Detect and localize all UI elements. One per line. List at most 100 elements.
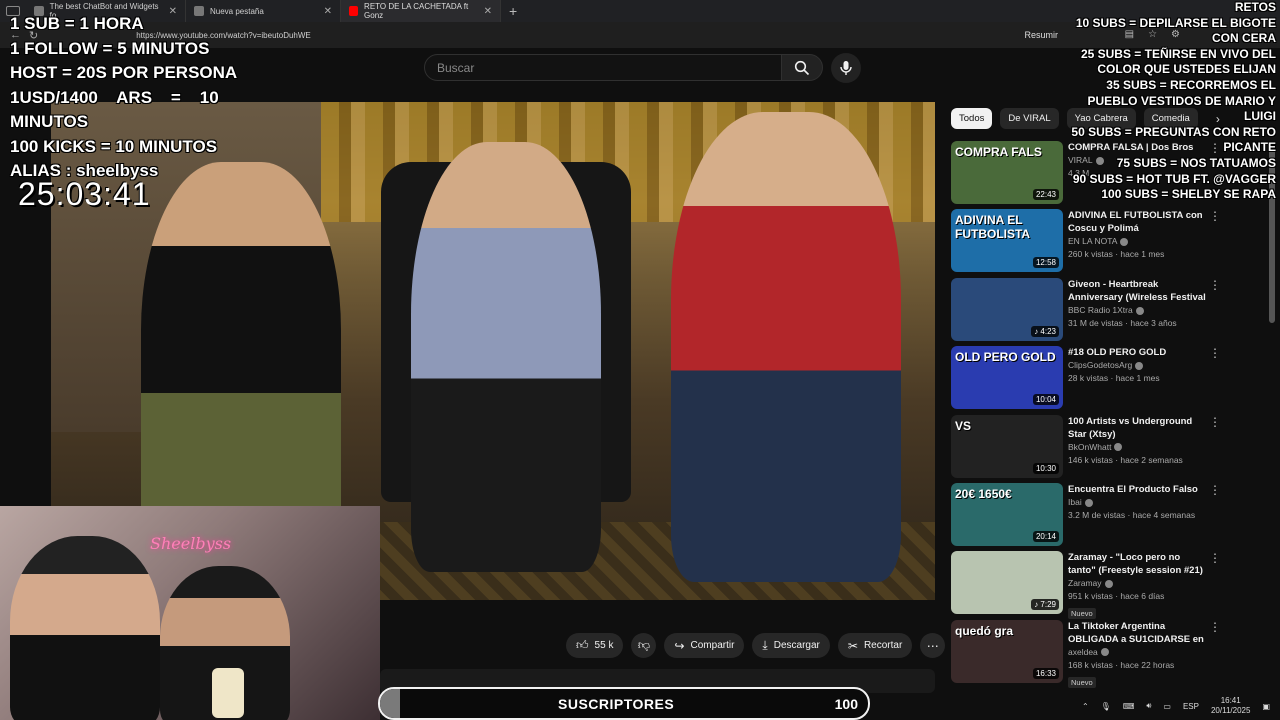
thumbnail-text: OLD PERO GOLD: [955, 350, 1056, 365]
rules-line: HOST = 20S POR PERSONA: [10, 63, 238, 82]
video-thumbnail[interactable]: ADIVINA EL FUTBOLISTA 12:58: [951, 209, 1063, 273]
recommendation-title[interactable]: Zaramay - "Loco pero no tanto" (Freestyl…: [1068, 551, 1208, 577]
recommendation-info: ADIVINA EL FUTBOLISTA con Coscu y Polimá…: [1068, 209, 1208, 277]
recommendation-item[interactable]: OLD PERO GOLD 10:04 #18 OLD PERO GOLD Cl…: [951, 346, 1273, 414]
recommendation-item[interactable]: 20€ 1650€ 20:14 Encuentra El Producto Fa…: [951, 482, 1273, 551]
system-tray: ⌃ 🎙︎ ⌨ 🔊︎ ▭ ESP 16:41 20/11/2025 ▣: [870, 692, 1280, 720]
search-input[interactable]: Buscar: [424, 54, 782, 81]
recommendation-title[interactable]: #18 OLD PERO GOLD: [1068, 346, 1208, 359]
microphone-icon: [840, 61, 852, 75]
youtube-favicon-icon: [349, 6, 359, 16]
recommendation-title[interactable]: Encuentra El Producto Falso: [1068, 483, 1208, 496]
challenge-line: 75 SUBS = NOS TATUAMOS: [1116, 155, 1276, 170]
more-vertical-icon[interactable]: ⋮: [1209, 346, 1221, 360]
more-actions-button[interactable]: ⋯: [920, 633, 946, 658]
summarize-button[interactable]: Resumir: [1024, 30, 1058, 40]
more-vertical-icon[interactable]: ⋮: [1209, 209, 1221, 223]
search-button[interactable]: [781, 54, 823, 81]
recommendation-channel[interactable]: Ibai: [1068, 496, 1208, 509]
stream-challenges-overlay: RETOS 10 SUBS = DEPILARSE EL BIGOTE CON CE…: [1071, 0, 1276, 203]
more-vertical-icon[interactable]: ⋮: [1209, 620, 1221, 634]
clock[interactable]: 16:41 20/11/2025: [1211, 696, 1250, 716]
duration-badge: 20:14: [1032, 530, 1059, 542]
challenge-line: 25 SUBS = TEÑIRSE EN VIVO DEL: [1080, 46, 1276, 61]
recommendation-title[interactable]: 100 Artists vs Underground Star (Xtsy): [1068, 415, 1208, 441]
recommendation-channel[interactable]: Zaramay: [1068, 577, 1208, 590]
video-thumbnail[interactable]: COMPRA FALS 22:43: [951, 141, 1063, 204]
duration-badge: ♪ 7:29: [1031, 599, 1059, 611]
chip-todos[interactable]: Todos: [951, 108, 993, 129]
more-vertical-icon[interactable]: ⋮: [1209, 278, 1221, 292]
clip-button[interactable]: ✂ Recortar: [837, 633, 913, 658]
duration-badge: 10:30: [1032, 462, 1059, 474]
video-thumbnail[interactable]: quedó gra 16:33: [951, 619, 1063, 683]
video-person-right: [671, 112, 901, 582]
volume-icon[interactable]: 🔊︎: [1146, 701, 1151, 711]
close-tab-icon[interactable]: ✕: [484, 6, 492, 17]
recommendation-item[interactable]: VS 10:30 100 Artists vs Underground Star…: [951, 414, 1273, 483]
download-button[interactable]: ⤓ Descargar: [752, 633, 830, 658]
recommendation-info: #18 OLD PERO GOLD ClipsGodetosArg 28 k v…: [1068, 346, 1208, 414]
recommendation-item[interactable]: quedó gra 16:33 La Tiktoker Argentina OB…: [951, 619, 1273, 688]
recommendation-title[interactable]: ADIVINA EL FUTBOLISTA con Coscu y Polimá: [1068, 209, 1208, 235]
recommendations-list: COMPRA FALS 22:43 COMPRA FALSA | Dos Bro…: [951, 141, 1273, 688]
recommendation-title[interactable]: La Tiktoker Argentina OBLIGADA a SU1CIDA…: [1068, 620, 1208, 646]
recommendation-item[interactable]: ♪ 4:23 Giveon - Heartbreak Anniversary (…: [951, 277, 1273, 346]
recommendation-views: 28 k vistas · hace 1 mes: [1068, 373, 1160, 384]
new-tab-icon[interactable]: +: [501, 3, 525, 19]
challenge-line: RETOS: [1234, 0, 1276, 14]
video-thumbnail[interactable]: 20€ 1650€ 20:14: [951, 482, 1063, 546]
share-icon: ↪: [674, 638, 685, 653]
subscriber-goal-bar: SUSCRIPTORES 100: [378, 687, 870, 720]
recommendation-channel[interactable]: ClipsGodetosArg: [1068, 359, 1208, 372]
rules-line: 100 KICKS = 10 MINUTOS: [10, 136, 218, 156]
more-vertical-icon[interactable]: ⋮: [1209, 483, 1221, 497]
recommendation-channel[interactable]: axeldea: [1068, 646, 1208, 659]
thumbs-up-icon: 👍︎: [576, 638, 589, 652]
dislike-button[interactable]: 👎︎: [631, 633, 657, 658]
challenge-line: PUEBLO VESTIDOS DE MARIO Y: [1087, 93, 1276, 108]
goal-label: SUSCRIPTORES: [558, 695, 675, 712]
recommendation-channel[interactable]: BBC Radio 1Xtra: [1068, 304, 1208, 317]
verified-icon: [1104, 580, 1113, 589]
tab-youtube[interactable]: RETO DE LA CACHETADA ft Gonz ✕: [341, 0, 501, 22]
challenge-line: 100 SUBS = SHELBY SE RAPA: [1101, 187, 1276, 202]
verified-icon: [1100, 648, 1109, 657]
language-indicator[interactable]: ESP: [1183, 702, 1199, 711]
video-thumbnail[interactable]: ♪ 4:23: [951, 277, 1063, 341]
chip-de-viral[interactable]: De VIRAL: [1000, 108, 1059, 129]
video-thumbnail[interactable]: ♪ 7:29: [951, 551, 1063, 615]
close-tab-icon[interactable]: ✕: [324, 6, 332, 17]
recommendation-item[interactable]: ADIVINA EL FUTBOLISTA 12:58 ADIVINA EL F…: [951, 209, 1273, 277]
subathon-timer: 25:03:41: [18, 176, 151, 212]
battery-icon[interactable]: ▭: [1163, 702, 1171, 711]
recommendation-channel[interactable]: EN LA NOTA: [1068, 235, 1208, 248]
challenge-line: 90 SUBS = HOT TUB FT. @VAGGER: [1072, 171, 1276, 186]
duration-badge: 12:58: [1032, 257, 1059, 269]
neon-sign: Sheelbyss: [150, 534, 232, 553]
recommendation-title[interactable]: Giveon - Heartbreak Anniversary (Wireles…: [1068, 278, 1208, 304]
network-icon[interactable]: ⌨: [1123, 702, 1135, 711]
video-thumbnail[interactable]: VS 10:30: [951, 414, 1063, 478]
chevron-up-icon[interactable]: ⌃: [1082, 702, 1089, 711]
video-actions: 👍︎ 55 k 👎︎ ↪ Compartir ⤓ Descargar ✂ Rec…: [566, 633, 946, 658]
duration-badge: 16:33: [1032, 667, 1059, 679]
rules-line: 1 FOLLOW = 5 MINUTOS: [10, 38, 210, 58]
thumbs-down-icon: 👎︎: [637, 638, 651, 652]
microphone-tray-icon[interactable]: 🎙︎: [1101, 702, 1111, 711]
share-button[interactable]: ↪ Compartir: [664, 633, 745, 658]
more-vertical-icon[interactable]: ⋮: [1209, 415, 1221, 429]
challenge-line: COLOR QUE USTEDES ELIJAN: [1097, 62, 1276, 77]
scrollbar[interactable]: [1269, 140, 1275, 688]
recommendation-item[interactable]: ♪ 7:29 Zaramay - "Loco pero no tanto" (F…: [951, 551, 1273, 620]
recommendation-views: 146 k vistas · hace 2 semanas: [1068, 454, 1183, 465]
video-thumbnail[interactable]: OLD PERO GOLD 10:04: [951, 346, 1063, 410]
like-button[interactable]: 👍︎ 55 k: [566, 633, 624, 658]
more-vertical-icon[interactable]: ⋮: [1209, 551, 1221, 565]
recommendation-views: 260 k vistas · hace 1 mes: [1068, 249, 1165, 260]
rules-line: 1 SUB = 1 HORA: [10, 14, 144, 33]
webcam-overlay: Sheelbyss: [0, 506, 380, 720]
recommendation-channel[interactable]: BkOnWhatt: [1068, 441, 1208, 454]
voice-search-button[interactable]: [831, 53, 861, 83]
notifications-icon[interactable]: ▣: [1262, 702, 1270, 711]
